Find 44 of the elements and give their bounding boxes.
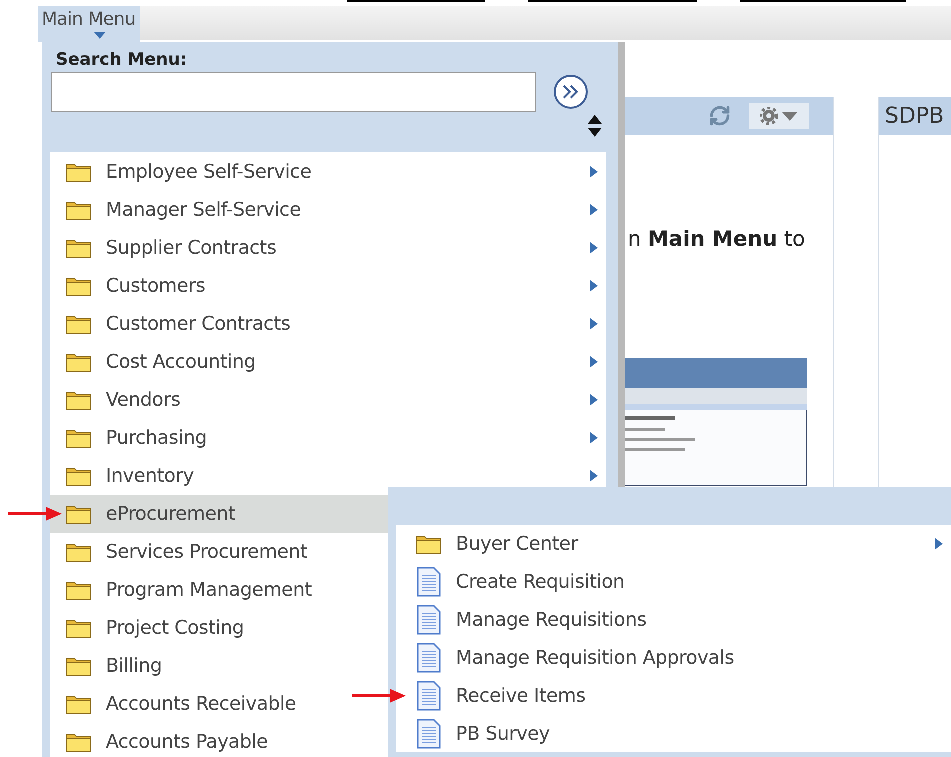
menu-item[interactable]: Customers <box>50 267 606 305</box>
caret-icon <box>94 32 106 39</box>
submenu-arrow-icon <box>589 280 598 292</box>
settings-button[interactable] <box>749 103 809 129</box>
menu-item[interactable]: Vendors <box>50 381 606 419</box>
pagelet-title: SDPB <box>885 104 944 128</box>
gear-icon <box>760 107 778 125</box>
menu-item[interactable]: Manage Requisition Approvals <box>396 639 951 677</box>
document-icon <box>416 643 442 673</box>
submenu-arrow-icon <box>589 166 598 178</box>
pointer-arrow <box>8 506 62 522</box>
document-icon <box>416 605 442 635</box>
pointer-arrow <box>352 688 406 704</box>
submenu-arrow-icon <box>589 318 598 330</box>
sort-icon[interactable] <box>588 115 602 137</box>
submenu-arrow-icon <box>589 242 598 254</box>
menu-item[interactable]: Receive Items <box>396 677 951 715</box>
document-icon <box>416 681 442 711</box>
menu-item[interactable]: Purchasing <box>50 419 606 457</box>
submenu-arrow-icon <box>589 356 598 368</box>
menu-item[interactable]: Employee Self-Service <box>50 153 606 191</box>
submenu-arrow-icon <box>589 204 598 216</box>
submenu-arrow-icon <box>589 394 598 406</box>
double-chevron-icon <box>562 85 580 99</box>
menu-item[interactable]: Inventory <box>50 457 606 495</box>
caret-icon <box>782 112 798 120</box>
menu-item[interactable]: Create Requisition <box>396 563 951 601</box>
menu-item[interactable]: Manager Self-Service <box>50 191 606 229</box>
search-label: Search Menu: <box>55 49 188 72</box>
menu-item[interactable]: Customer Contracts <box>50 305 606 343</box>
menu-item[interactable]: Cost Accounting <box>50 343 606 381</box>
document-icon <box>416 719 442 749</box>
search-go-button[interactable] <box>554 75 588 109</box>
menu-item[interactable]: PB Survey <box>396 715 951 753</box>
main-menu-tab[interactable]: Main Menu <box>38 6 140 42</box>
document-icon <box>416 567 442 597</box>
submenu-arrow-icon <box>589 432 598 444</box>
refresh-icon[interactable] <box>709 105 731 127</box>
submenu-arrow-icon <box>934 538 943 550</box>
submenu-arrow-icon <box>589 470 598 482</box>
menu-item[interactable]: Supplier Contracts <box>50 229 606 267</box>
search-field[interactable] <box>51 72 536 112</box>
menu-item[interactable]: Manage Requisitions <box>396 601 951 639</box>
pagelet-text: n Main Menu to <box>628 227 806 251</box>
